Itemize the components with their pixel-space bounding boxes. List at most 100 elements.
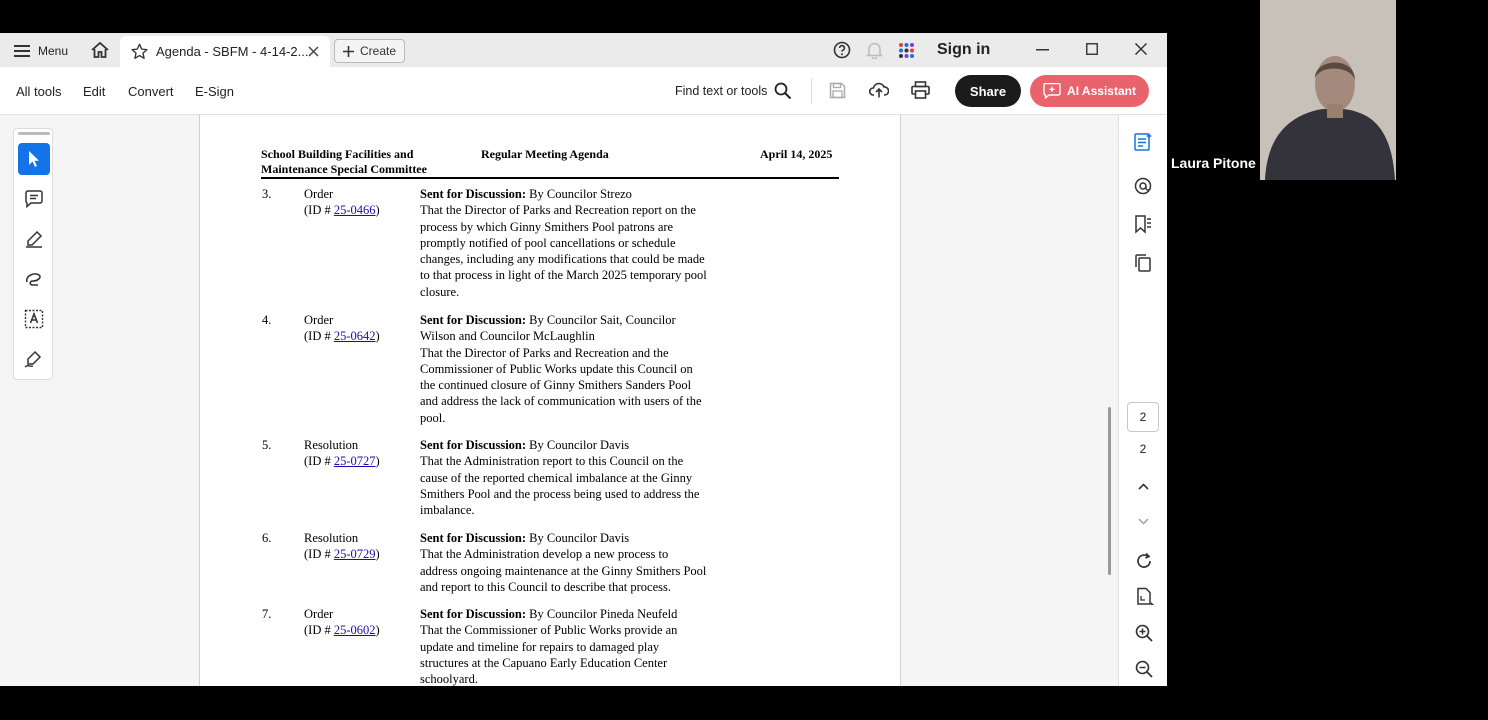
- page-fit-icon[interactable]: [1135, 587, 1155, 607]
- item-sent-line: Sent for Discussion: By Councilor Davis: [420, 530, 742, 546]
- apps-grid-icon[interactable]: [898, 42, 915, 59]
- sign-in-link[interactable]: Sign in: [937, 41, 990, 59]
- home-icon[interactable]: [90, 41, 110, 59]
- panel-grip[interactable]: [18, 132, 50, 135]
- text-box-icon: [24, 309, 44, 329]
- help-icon[interactable]: [833, 41, 851, 59]
- ai-assistant-button[interactable]: AI Assistant: [1030, 75, 1149, 107]
- select-tool-button[interactable]: [18, 143, 50, 175]
- agenda-item: 3. Order (ID # 25-0466) Sent for Discuss…: [200, 186, 902, 301]
- item-text-line: address ongoing maintenance at the Ginny…: [420, 563, 707, 578]
- maximize-icon[interactable]: [1086, 43, 1098, 55]
- find-text-or-tools[interactable]: Find text or tools: [675, 84, 767, 98]
- item-id-link[interactable]: 25-0727: [334, 454, 376, 468]
- ai-assistant-label: AI Assistant: [1067, 84, 1136, 98]
- ai-assistant-icon: [1043, 83, 1061, 99]
- item-id-suffix: ): [375, 547, 380, 561]
- item-id: (ID # 25-0602): [304, 622, 380, 638]
- toolbar-divider: [811, 78, 812, 104]
- star-icon[interactable]: [131, 43, 148, 60]
- tab-title: Agenda - SBFM - 4-14-2...: [156, 44, 309, 59]
- item-text-line: the continued closure of Ginny Smithers …: [420, 378, 692, 393]
- item-text-line: imbalance.: [420, 503, 475, 518]
- item-id-prefix: (ID #: [304, 623, 334, 637]
- highlight-tool-button[interactable]: [18, 223, 50, 255]
- sent-label: Sent for Discussion:: [420, 438, 527, 452]
- current-page-input[interactable]: 2: [1127, 402, 1159, 432]
- refresh-rotate-icon[interactable]: [1135, 552, 1153, 570]
- draw-tool-button[interactable]: [18, 263, 50, 295]
- agenda-item: 7. Order (ID # 25-0602) Sent for Discuss…: [200, 606, 902, 686]
- esign-menu[interactable]: E-Sign: [195, 84, 234, 99]
- menu-button[interactable]: Menu: [14, 41, 68, 61]
- item-number: 6.: [262, 531, 272, 545]
- document-summary-icon[interactable]: [1133, 132, 1153, 152]
- page-thumbnails-icon[interactable]: [1133, 253, 1153, 273]
- all-tools-menu[interactable]: All tools: [16, 84, 62, 99]
- share-button[interactable]: Share: [955, 75, 1021, 107]
- item-text-line: cause of the reported chemical imbalance…: [420, 470, 693, 485]
- edit-menu[interactable]: Edit: [83, 84, 105, 99]
- next-page-chevron-down-icon[interactable]: [1138, 518, 1149, 525]
- close-tab-icon[interactable]: [308, 46, 319, 57]
- sent-label: Sent for Discussion:: [420, 313, 527, 327]
- close-window-icon[interactable]: [1135, 43, 1147, 55]
- print-icon[interactable]: [911, 81, 930, 99]
- agenda-title: Regular Meeting Agenda: [481, 147, 609, 161]
- item-body: Sent for Discussion: By Councilor Sait, …: [420, 312, 742, 426]
- item-id-suffix: ): [375, 203, 380, 217]
- item-id-link[interactable]: 25-0602: [334, 623, 376, 637]
- item-text-line: That the Director of Parks and Recreatio…: [420, 203, 696, 218]
- plus-icon: [342, 45, 354, 57]
- item-type: Order: [304, 187, 334, 201]
- vertical-scrollbar[interactable]: [1108, 407, 1111, 575]
- freehand-draw-icon: [24, 270, 44, 288]
- notifications-bell-icon[interactable]: [866, 41, 883, 59]
- agenda-item: 6. Resolution (ID # 25-0729) Sent for Di…: [200, 530, 902, 596]
- sent-by: By Councilor Sait, Councilor: [526, 313, 676, 327]
- item-text-line: promptly notified of pool cancellations …: [420, 235, 676, 250]
- upload-cloud-icon[interactable]: [869, 81, 889, 99]
- committee-name-line2: Maintenance Special Committee: [261, 162, 427, 176]
- item-sent-line: Sent for Discussion: By Councilor Davis: [420, 437, 742, 453]
- convert-menu[interactable]: Convert: [128, 84, 174, 99]
- create-button[interactable]: Create: [334, 39, 405, 63]
- item-sent-line: Sent for Discussion: By Councilor Pineda…: [420, 606, 742, 622]
- minimize-icon[interactable]: [1036, 49, 1049, 51]
- item-id-suffix: ): [375, 454, 380, 468]
- text-select-tool-button[interactable]: [18, 303, 50, 335]
- item-id-link[interactable]: 25-0466: [334, 203, 376, 217]
- document-tab[interactable]: Agenda - SBFM - 4-14-2...: [120, 36, 330, 67]
- sign-tool-button[interactable]: [18, 343, 50, 375]
- zoom-in-icon[interactable]: [1135, 624, 1153, 642]
- item-number: 5.: [262, 438, 272, 452]
- item-id: (ID # 25-0729): [304, 546, 380, 562]
- item-number: 4.: [262, 313, 272, 327]
- right-tools-rail: 2 2: [1118, 115, 1167, 686]
- bookmarks-icon[interactable]: [1133, 214, 1153, 234]
- item-text-line: process by which Ginny Smithers Pool pat…: [420, 219, 674, 234]
- item-text-line: update and timeline for repairs to damag…: [420, 639, 660, 654]
- item-number: 3.: [262, 187, 272, 201]
- comment-tool-button[interactable]: [18, 183, 50, 215]
- item-id: (ID # 25-0642): [304, 328, 380, 344]
- video-participant-tile[interactable]: Laura Pitone: [1167, 0, 1488, 180]
- comment-icon: [24, 190, 44, 208]
- header-rule: [261, 177, 839, 179]
- save-icon[interactable]: [829, 82, 846, 99]
- item-id-link[interactable]: 25-0729: [334, 547, 376, 561]
- item-type: Resolution: [304, 438, 359, 452]
- search-icon[interactable]: [774, 82, 792, 100]
- item-id-link[interactable]: 25-0642: [334, 329, 376, 343]
- main-toolbar: All tools Edit Convert E-Sign Find text …: [0, 67, 1167, 115]
- pdf-page[interactable]: School Building Facilities and Maintenan…: [199, 115, 901, 686]
- agenda-item: 5. Resolution (ID # 25-0727) Sent for Di…: [200, 437, 902, 519]
- item-text-line: and report to this Council to describe t…: [420, 579, 671, 594]
- screen: { "titlebar": { "menu_label": "Menu", "t…: [0, 0, 1488, 720]
- previous-page-chevron-up-icon[interactable]: [1138, 483, 1149, 490]
- item-body: Sent for Discussion: By Councilor Strezo…: [420, 186, 742, 300]
- zoom-out-icon[interactable]: [1135, 660, 1153, 678]
- item-sent-line: Sent for Discussion: By Councilor Strezo: [420, 186, 742, 202]
- menu-label: Menu: [38, 44, 69, 58]
- comments-panel-icon[interactable]: [1133, 176, 1153, 196]
